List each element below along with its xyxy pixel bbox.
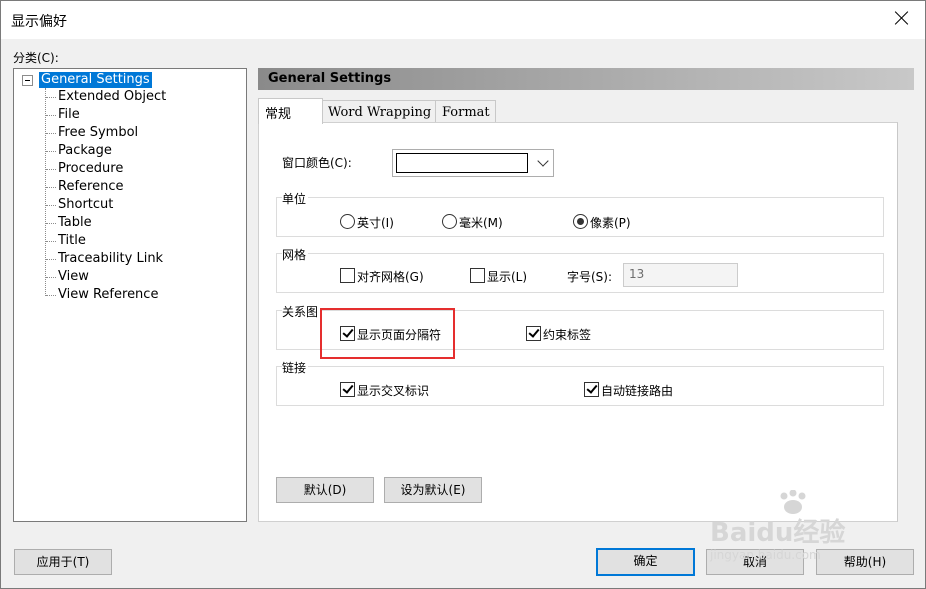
tree-branch [46,115,56,116]
align-grid-label[interactable]: 对齐网格(G) [357,268,424,285]
section-header: General Settings [258,68,914,90]
tab-format-label: Format [442,105,490,120]
radio-pixel-label[interactable]: 像素(P) [590,214,631,231]
highlight-box [320,308,455,359]
section-header-title: General Settings [268,71,392,86]
window-title: 显示偏好 [11,14,67,30]
tree-branch [46,97,56,98]
apply-to-button[interactable]: 应用于(T) [14,549,112,575]
tree-item-table[interactable]: Table [58,215,92,231]
tree-branch [46,241,56,242]
color-swatch [396,153,528,173]
tree-item-reference[interactable]: Reference [58,179,123,195]
tab-word-wrapping[interactable]: Word Wrapping [321,100,436,123]
tree-branch [46,151,56,152]
tree-item-free-symbol[interactable]: Free Symbol [58,125,138,141]
tree-branch [46,295,56,296]
tree-branch [46,187,56,188]
tree-item-shortcut[interactable]: Shortcut [58,197,113,213]
title-bar: 显示偏好 [1,1,925,39]
set-default-button[interactable]: 设为默认(E) [384,477,482,503]
auto-route-label[interactable]: 自动链接路由 [601,382,673,399]
tree-item-package[interactable]: Package [58,143,112,159]
align-grid-checkbox[interactable] [340,268,355,283]
radio-mm-label[interactable]: 毫米(M) [459,214,503,231]
radio-pixel[interactable] [573,214,588,229]
cross-ref-label[interactable]: 显示交叉标识 [357,382,429,399]
tree-item-title[interactable]: Title [58,233,86,249]
tab-general[interactable]: 常规 [258,98,323,124]
ok-button[interactable]: 确定 [596,548,695,576]
tree-branch [46,169,56,170]
category-tree[interactable]: General Settings Extended Object File Fr… [13,68,247,522]
units-group-label: 单位 [282,190,309,207]
show-grid-label[interactable]: 显示(L) [487,268,527,285]
tree-item-file[interactable]: File [58,107,80,123]
radio-mm[interactable] [442,214,457,229]
tree-item-extended-object[interactable]: Extended Object [58,89,166,105]
cross-ref-checkbox[interactable] [340,382,355,397]
radio-inch[interactable] [340,214,355,229]
chevron-down-icon [537,155,549,167]
tab-format[interactable]: Format [435,100,496,123]
auto-route-checkbox[interactable] [584,382,599,397]
window-color-label: 窗口颜色(C): [282,156,352,170]
tree-item-view[interactable]: View [58,269,89,285]
collapse-icon[interactable] [22,75,33,86]
tab-general-label: 常规 [265,107,292,122]
font-size-label: 字号(S): [567,270,613,284]
watermark-brand: Baidu经验 [710,518,846,548]
window-color-dropdown[interactable] [392,149,554,177]
tree-branch [46,277,56,278]
font-size-input[interactable]: 13 [623,263,738,287]
constraint-labels-checkbox[interactable] [526,326,541,341]
tree-item-view-reference[interactable]: View Reference [58,287,158,303]
constraint-labels-label[interactable]: 约束标签 [543,326,591,343]
close-icon[interactable] [893,9,911,27]
tree-item-general-settings[interactable]: General Settings [39,72,152,88]
help-button[interactable]: 帮助(H) [816,549,914,575]
links-group-label: 链接 [282,359,309,376]
tab-word-wrapping-label: Word Wrapping [328,105,432,120]
tree-connector [45,88,46,296]
watermark-url: jingyan.baidu.com [710,548,821,562]
font-size-value: 13 [629,267,645,281]
grid-group-label: 网格 [282,246,309,263]
tree-item-traceability-link[interactable]: Traceability Link [58,251,163,267]
tree-branch [46,133,56,134]
tree-branch [46,223,56,224]
tree-item-procedure[interactable]: Procedure [58,161,123,177]
tree-branch [46,259,56,260]
diagram-group-label: 关系图 [282,303,321,320]
default-button[interactable]: 默认(D) [276,477,374,503]
show-grid-checkbox[interactable] [470,268,485,283]
tree-branch [46,205,56,206]
category-label: 分类(C): [13,51,59,65]
radio-inch-label[interactable]: 英寸(I) [357,214,394,231]
